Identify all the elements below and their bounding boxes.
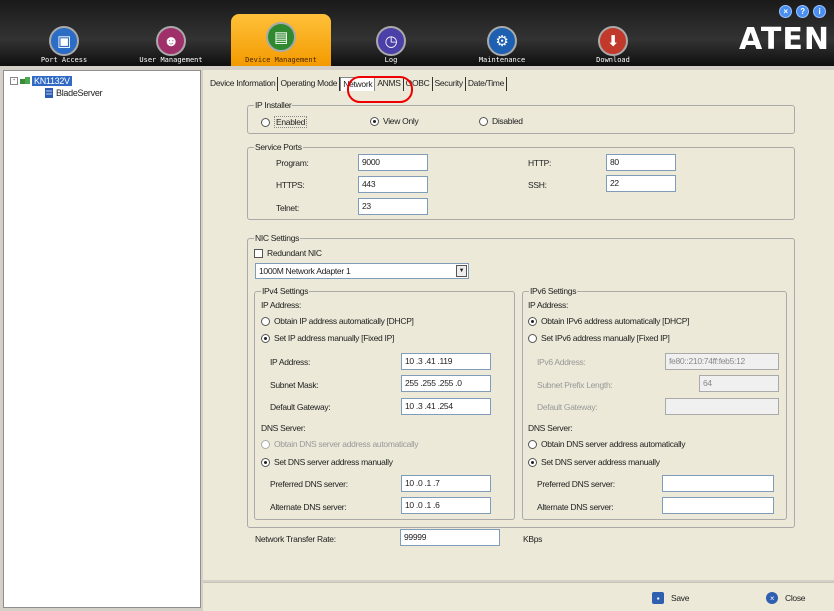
ipv4-address-heading: IP Address: (261, 300, 302, 310)
device-tree: - KN1132V BladeServer (3, 70, 201, 608)
ipv6-alternate-dns-label: Alternate DNS server: (537, 502, 614, 512)
blade-server-icon (45, 88, 53, 98)
info-icon[interactable]: i (813, 5, 826, 18)
device-icon: ▤ (266, 22, 296, 52)
download-icon: ⬇ (598, 26, 628, 56)
settings-panel: Device Information Operating Mode Networ… (203, 70, 834, 580)
ssh-port-label: SSH: (528, 180, 547, 190)
save-icon: ▪ (652, 592, 664, 604)
nav-user-management[interactable]: ☻ User Management (124, 8, 218, 66)
collapse-toggle-icon[interactable]: - (10, 77, 18, 85)
ipv6-fixed-radio[interactable]: Set IPv6 address manually [Fixed IP] (528, 333, 670, 343)
network-adapter-select[interactable]: 1000M Network Adapter 1 ▼ (255, 263, 469, 279)
tab-operating-mode[interactable]: Operating Mode (278, 77, 341, 91)
network-tab-highlight (347, 76, 413, 103)
ipv4-fixed-radio[interactable]: Set IP address manually [Fixed IP] (261, 333, 394, 343)
ipv4-settings-legend: IPv4 Settings (262, 286, 309, 296)
tree-label-bladeserver: BladeServer (56, 88, 103, 98)
close-window-icon[interactable]: × (779, 5, 792, 18)
ip-installer-viewonly-radio[interactable]: View Only (370, 116, 419, 126)
ipv6-settings-legend: IPv6 Settings (530, 286, 577, 296)
app-window: ▣ Port Access ☻ User Management ▤ Device… (0, 0, 834, 611)
ipv6-preferred-dns-label: Preferred DNS server: (537, 479, 615, 489)
http-port-label: HTTP: (528, 158, 552, 168)
monitor-icon: ▣ (49, 26, 79, 56)
https-port-input[interactable]: 443 (358, 176, 428, 193)
ipv6-alternate-dns-input[interactable] (662, 497, 774, 514)
network-node-icon (20, 77, 30, 84)
aten-logo: ATEN (739, 22, 830, 57)
tab-date-time[interactable]: Date/Time (466, 77, 508, 91)
nav-download[interactable]: ⬇ Download (566, 8, 660, 66)
ipv4-ip-label: IP Address: (270, 357, 311, 367)
program-port-input[interactable]: 9000 (358, 154, 428, 171)
ipv6-dns-manual-radio[interactable]: Set DNS server address manually (528, 457, 660, 467)
tree-item-kn1132v[interactable]: - KN1132V (10, 75, 72, 87)
close-icon: × (766, 592, 778, 604)
redundant-nic-checkbox[interactable]: Redundant NIC (254, 248, 322, 258)
ipv6-dns-auto-radio[interactable]: Obtain DNS server address automatically (528, 439, 686, 449)
ipv4-gateway-label: Default Gateway: (270, 402, 331, 412)
ipv4-mask-input[interactable]: 255 .255 .255 .0 (401, 375, 491, 392)
nic-settings-legend: NIC Settings (255, 233, 300, 243)
ip-installer-legend: IP Installer (255, 100, 292, 110)
tab-security[interactable]: Security (433, 77, 466, 91)
ipv6-gateway-label: Default Gateway: (537, 402, 598, 412)
ipv4-mask-label: Subnet Mask: (270, 380, 319, 390)
nav-device-management[interactable]: ▤ Device Management (231, 14, 331, 66)
users-icon: ☻ (156, 26, 186, 56)
maintenance-icon: ⚙ (487, 26, 517, 56)
close-label: Close (785, 593, 806, 603)
save-button[interactable]: ▪ Save (652, 592, 689, 604)
ipv4-alternate-dns-input[interactable]: 10 .0 .1 .6 (401, 497, 491, 514)
top-navigation-bar: ▣ Port Access ☻ User Management ▤ Device… (0, 0, 834, 66)
ip-installer-disabled-radio[interactable]: Disabled (479, 116, 523, 126)
transfer-rate-label: Network Transfer Rate: (255, 534, 336, 544)
telnet-port-label: Telnet: (276, 203, 299, 213)
ipv4-dns-auto-radio[interactable]: Obtain DNS server address automatically (261, 439, 419, 449)
service-ports-group: Service Ports (247, 142, 795, 220)
ipv6-preferred-dns-input[interactable] (662, 475, 774, 492)
ssh-port-input[interactable]: 22 (606, 175, 676, 192)
tree-item-bladeserver[interactable]: BladeServer (44, 87, 103, 99)
save-label: Save (671, 593, 690, 603)
tab-device-information[interactable]: Device Information (208, 77, 279, 91)
close-button[interactable]: × Close (766, 592, 806, 604)
ipv6-prefix-input[interactable]: 64 (699, 375, 779, 392)
http-port-input[interactable]: 80 (606, 154, 676, 171)
tree-label-kn1132v: KN1132V (32, 76, 72, 86)
help-icon[interactable]: ? (796, 5, 809, 18)
ipv4-preferred-dns-input[interactable]: 10 .0 .1 .7 (401, 475, 491, 492)
transfer-rate-unit: KBps (523, 534, 543, 544)
nav-log[interactable]: ◷ Log (344, 8, 438, 66)
ipv4-dns-heading: DNS Server: (261, 423, 306, 433)
service-ports-legend: Service Ports (255, 142, 302, 152)
ipv4-ip-input[interactable]: 10 .3 .41 .119 (401, 353, 491, 370)
ipv6-gateway-input[interactable] (665, 398, 779, 415)
dropdown-arrow-icon[interactable]: ▼ (456, 265, 467, 277)
transfer-rate-input[interactable]: 99999 (400, 529, 500, 546)
nav-maintenance[interactable]: ⚙ Maintenance (455, 8, 549, 66)
ipv6-prefix-label: Subnet Prefix Length: (537, 380, 613, 390)
ipv6-dhcp-radio[interactable]: Obtain IPv6 address automatically [DHCP] (528, 316, 689, 326)
ipv4-preferred-dns-label: Preferred DNS server: (270, 479, 348, 489)
ipv6-address-heading: IP Address: (528, 300, 569, 310)
program-port-label: Program: (276, 158, 309, 168)
ipv6-dns-heading: DNS Server: (528, 423, 573, 433)
ipv6-ip-input[interactable]: fe80::210:74ff:feb5:12 (665, 353, 779, 370)
log-icon: ◷ (376, 26, 406, 56)
nav-port-access[interactable]: ▣ Port Access (17, 8, 111, 66)
ipv4-dhcp-radio[interactable]: Obtain IP address automatically [DHCP] (261, 316, 414, 326)
telnet-port-input[interactable]: 23 (358, 198, 428, 215)
ipv4-gateway-input[interactable]: 10 .3 .41 .254 (401, 398, 491, 415)
ipv6-ip-label: IPv6 Address: (537, 357, 586, 367)
network-adapter-value: 1000M Network Adapter 1 (259, 266, 351, 276)
action-bar: ▪ Save × Close (203, 582, 834, 611)
ipv4-alternate-dns-label: Alternate DNS server: (270, 502, 347, 512)
ipv4-dns-manual-radio[interactable]: Set DNS server address manually (261, 457, 393, 467)
ip-installer-enabled-radio[interactable]: Enabled (261, 116, 308, 128)
https-port-label: HTTPS: (276, 180, 305, 190)
